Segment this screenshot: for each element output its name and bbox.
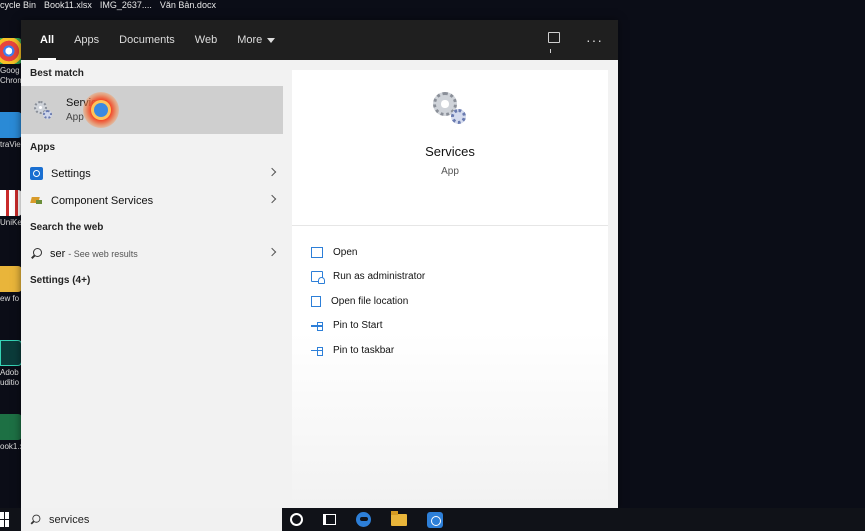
chevron-right-icon[interactable]	[267, 247, 277, 257]
desktop-icon-audition[interactable]: Adob uditio	[0, 340, 22, 388]
desktop-icon-unikey[interactable]: UniKe	[0, 190, 22, 228]
component-services-icon	[30, 194, 43, 207]
feedback-icon	[548, 32, 560, 43]
taskbar-search-input[interactable]	[49, 513, 269, 526]
desktop-icon-label: traVie	[0, 140, 21, 149]
app-result-component-services[interactable]: Component Services	[21, 187, 291, 214]
search-filter-tabs: All Apps Documents Web More ···	[21, 20, 618, 60]
settings-gear-icon	[30, 167, 43, 180]
tab-label: More	[237, 34, 263, 46]
pin-icon	[311, 320, 323, 332]
desktop-file[interactable]: IMG_2637....	[100, 0, 152, 14]
unikey-icon	[0, 190, 22, 216]
feedback-button[interactable]	[548, 32, 564, 48]
detail-pane: Services App Open Run as administrator O…	[292, 70, 608, 508]
folder-icon	[0, 266, 22, 292]
app-result-settings[interactable]: Settings	[21, 160, 291, 187]
desktop-icon-excel[interactable]: ook1.x	[0, 414, 22, 452]
section-header-best-match: Best match	[30, 67, 84, 79]
desktop-file[interactable]: Book11.xlsx	[44, 0, 92, 14]
result-label: Settings	[51, 167, 91, 180]
desktop-icon-label: Goog	[0, 66, 20, 75]
chevron-down-icon	[267, 37, 276, 43]
chevron-right-icon[interactable]	[267, 167, 277, 177]
tab-more[interactable]: More	[227, 20, 285, 60]
desktop-icon-chrome[interactable]: Goog Chrom	[0, 38, 22, 86]
desktop-icon-label: Chrom	[0, 76, 22, 85]
desktop-icon-ultraviewer[interactable]: traVie	[0, 112, 22, 150]
web-query: ser	[50, 247, 66, 260]
action-label: Run as administrator	[333, 271, 426, 283]
cortana-icon[interactable]	[290, 513, 303, 526]
file-location-icon	[311, 295, 321, 307]
tab-documents[interactable]: Documents	[109, 20, 185, 60]
section-header-apps: Apps	[30, 141, 55, 153]
chevron-right-icon[interactable]	[267, 194, 277, 204]
ellipsis-icon: ···	[586, 32, 603, 48]
file-explorer-icon[interactable]	[391, 510, 407, 526]
chrome-icon	[0, 38, 22, 64]
tab-label: All	[40, 34, 55, 46]
taskbar-pinned-apps	[290, 508, 443, 531]
action-label: Pin to taskbar	[333, 344, 395, 356]
detail-header: Services App	[292, 92, 608, 226]
search-icon	[30, 514, 41, 525]
results-list: Best match Services App Apps Settings Co…	[21, 60, 291, 508]
desktop-icon-label: ew fo	[0, 294, 20, 303]
excel-icon	[0, 414, 22, 440]
action-pin-to-start[interactable]: Pin to Start	[292, 314, 608, 339]
section-header-web: Search the web	[30, 221, 104, 233]
taskbar	[0, 508, 865, 531]
tab-label: Apps	[74, 34, 100, 46]
web-suffix: - See web results	[68, 248, 138, 259]
action-label: Pin to Start	[333, 320, 383, 332]
services-gear-icon	[34, 101, 52, 119]
desktop-icon-label: Adob	[0, 368, 19, 377]
ultraviewer-icon	[0, 112, 22, 138]
web-result-row[interactable]: ser - See web results	[21, 240, 291, 267]
more-options-button[interactable]: ···	[586, 32, 602, 48]
result-label: Component Services	[51, 194, 154, 207]
desktop-icon-label: uditio	[0, 378, 20, 387]
search-icon	[30, 247, 42, 260]
pin-icon	[311, 345, 323, 356]
desktop-file-strip: cycle Bin Book11.xlsx IMG_2637.... Văn B…	[0, 0, 240, 14]
detail-subtitle: App	[441, 166, 459, 177]
services-gear-icon	[433, 92, 467, 126]
desktop-file[interactable]: Văn Bản.docx	[160, 0, 216, 14]
action-open-file-location[interactable]: Open file location	[292, 289, 608, 314]
tab-label: Documents	[119, 34, 175, 46]
edge-browser-icon[interactable]	[356, 512, 371, 527]
action-label: Open file location	[331, 295, 409, 307]
detail-actions: Open Run as administrator Open file loca…	[292, 226, 608, 363]
desktop-icon-label: ook1.x	[0, 442, 22, 451]
pinned-app-icon[interactable]	[427, 511, 443, 528]
audition-icon	[0, 340, 22, 366]
desktop-icon-folder[interactable]: ew fo	[0, 266, 22, 304]
cursor-click-highlight	[83, 92, 119, 128]
action-label: Open	[333, 246, 358, 258]
open-icon	[311, 246, 323, 258]
run-as-admin-icon	[311, 271, 325, 285]
section-header-settings[interactable]: Settings (4+)	[21, 267, 291, 293]
taskbar-search-box[interactable]	[21, 508, 282, 531]
tab-apps[interactable]: Apps	[64, 20, 109, 60]
task-view-icon[interactable]	[323, 514, 336, 525]
tab-all[interactable]: All	[21, 20, 64, 60]
action-run-as-admin[interactable]: Run as administrator	[292, 265, 608, 290]
tab-label: Web	[194, 34, 218, 46]
tab-web[interactable]: Web	[185, 20, 227, 60]
start-search-panel: All Apps Documents Web More ··· Best mat…	[21, 20, 618, 508]
start-button[interactable]	[0, 512, 10, 527]
best-match-services[interactable]: Services App	[21, 86, 283, 134]
desktop-icon-label: UniKe	[0, 218, 22, 227]
desktop-file[interactable]: cycle Bin	[0, 0, 36, 14]
action-pin-to-taskbar[interactable]: Pin to taskbar	[292, 338, 608, 363]
action-open[interactable]: Open	[292, 240, 608, 265]
tabbar-actions: ···	[548, 20, 602, 60]
detail-title: Services	[425, 144, 475, 159]
